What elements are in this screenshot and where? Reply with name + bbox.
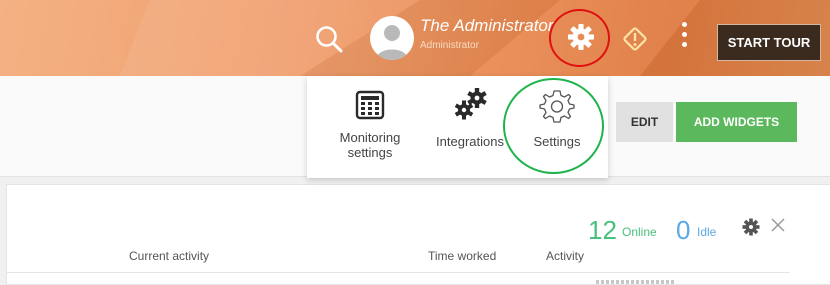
- avatar[interactable]: [370, 16, 414, 60]
- menu-item-label: Integrations: [436, 134, 504, 149]
- menu-item-label: Monitoring settings: [339, 130, 401, 160]
- table-divider: [6, 272, 790, 273]
- background-pattern: [120, 0, 830, 76]
- column-header-activity[interactable]: Activity: [546, 249, 584, 263]
- panel-gear-icon[interactable]: [742, 218, 760, 236]
- integrations-gears-icon: [454, 88, 487, 120]
- column-header-current-activity[interactable]: Current activity: [129, 249, 209, 263]
- start-tour-button[interactable]: START TOUR: [717, 24, 821, 61]
- idle-count[interactable]: 0: [676, 215, 690, 246]
- menu-item-integrations[interactable]: Integrations: [425, 88, 515, 149]
- avatar-icon: [376, 25, 408, 60]
- monitoring-settings-icon: [355, 90, 385, 120]
- search-icon[interactable]: [314, 24, 344, 54]
- column-header-time-worked[interactable]: Time worked: [428, 249, 496, 263]
- online-count[interactable]: 12: [588, 215, 617, 246]
- top-bar: The Administrator Administrator START TO…: [0, 0, 830, 76]
- user-name[interactable]: The Administrator: [420, 16, 554, 36]
- edit-button[interactable]: EDIT: [616, 102, 673, 142]
- online-label[interactable]: Online: [622, 225, 657, 239]
- more-vertical-icon[interactable]: [679, 22, 689, 56]
- menu-item-monitoring-settings[interactable]: Monitoring settings: [325, 90, 415, 160]
- warning-icon[interactable]: [620, 24, 650, 54]
- highlight-ring-settings-item: [503, 78, 604, 174]
- clipped-row-content: [596, 280, 676, 284]
- close-icon[interactable]: [769, 216, 787, 234]
- highlight-ring-settings-gear: [549, 9, 610, 67]
- add-widgets-button[interactable]: ADD WIDGETS: [676, 102, 797, 142]
- user-role: Administrator: [420, 40, 479, 51]
- idle-label[interactable]: Idle: [697, 225, 716, 239]
